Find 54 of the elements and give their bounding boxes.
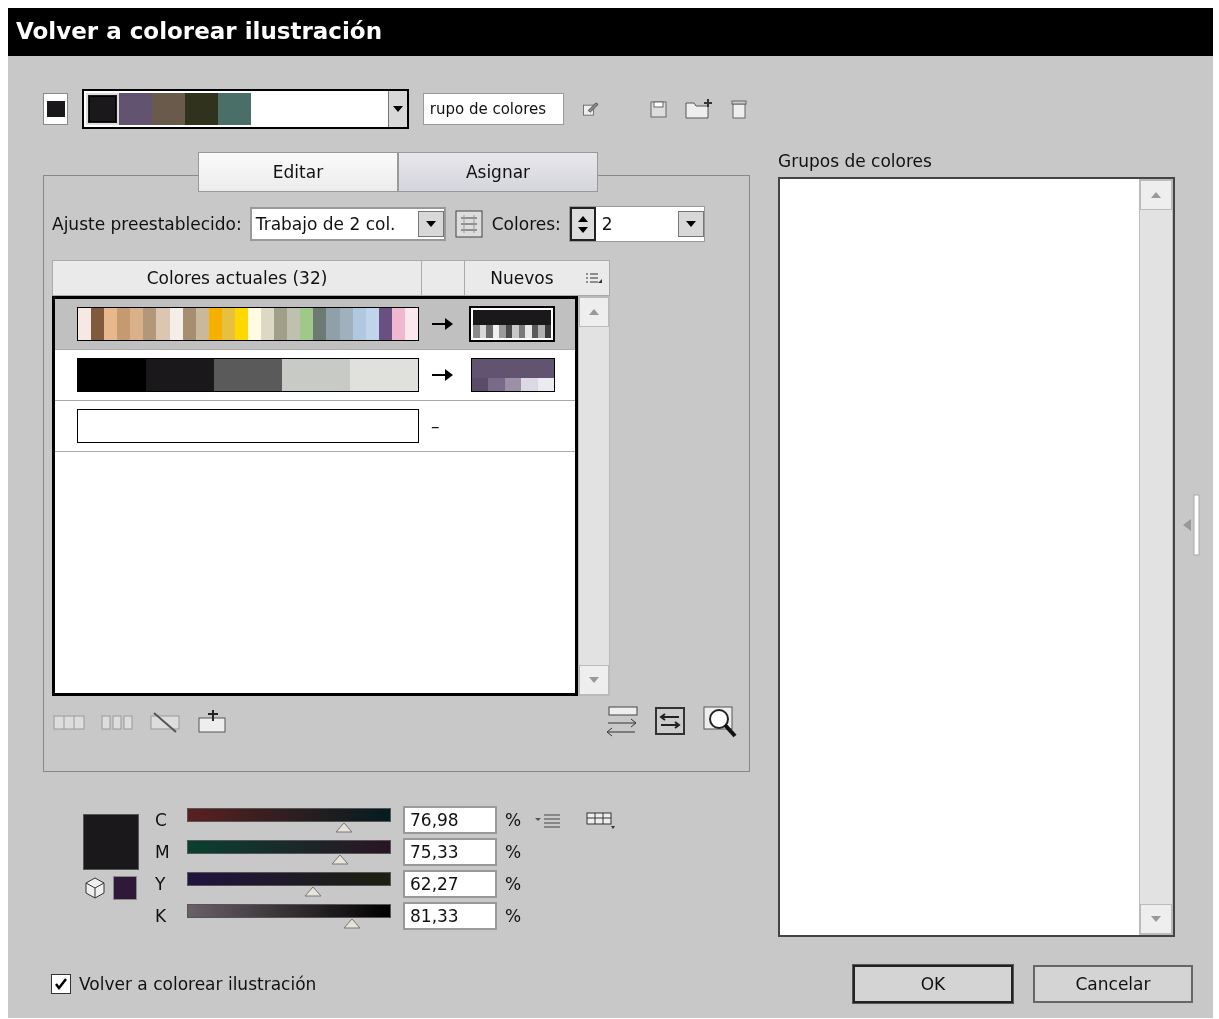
preset-options-icon[interactable] (453, 209, 484, 239)
out-of-gamut-swatch[interactable] (113, 876, 137, 900)
channel-label: M (155, 842, 171, 862)
dialog-button[interactable]: OK (853, 965, 1013, 1003)
unit-label: % (505, 906, 523, 926)
menu-icon[interactable] (585, 272, 603, 284)
channel-value-field[interactable]: 75,33 (403, 838, 497, 866)
channel-value-field[interactable]: 62,27 (403, 870, 497, 898)
preset-dropdown[interactable]: Trabajo de 2 col. (249, 207, 446, 241)
preset-label: Ajuste preestablecido: (52, 214, 242, 234)
column-header: Colores actuales (32) (53, 261, 422, 295)
trash-icon[interactable] (728, 97, 750, 121)
channel-label: K (155, 906, 168, 926)
colors-spinner[interactable]: 2 (568, 206, 705, 242)
channel-value-field[interactable]: 76,98 (403, 806, 497, 834)
no-mapping-text: – (431, 416, 440, 436)
dialog-button[interactable]: Cancelar (1033, 965, 1193, 1003)
scroll-down-button[interactable] (579, 665, 609, 695)
color-row[interactable]: – (55, 401, 575, 452)
tab[interactable]: Editar (198, 152, 398, 192)
checkmark-icon (54, 977, 68, 991)
scroll-up-button[interactable] (1140, 180, 1172, 210)
arrow-icon (431, 317, 455, 331)
unit-label: % (505, 842, 523, 862)
color-swatch[interactable] (218, 93, 252, 125)
recolor-checkbox[interactable]: Volver a colorear ilustración (51, 974, 317, 994)
channel-label: Y (155, 874, 167, 894)
magnifier-icon[interactable] (701, 704, 739, 740)
unit-label: % (505, 810, 523, 830)
color-swatch[interactable] (152, 93, 186, 125)
color-row[interactable] (55, 299, 575, 350)
scroll-up-button[interactable] (579, 297, 609, 327)
arrow-icon (431, 368, 455, 382)
tab[interactable]: Asignar (398, 152, 598, 192)
grid-icon[interactable] (585, 810, 617, 830)
channel-label: C (155, 810, 168, 830)
column-header: Nuevos (489, 267, 555, 290)
color-swatch[interactable] (119, 93, 153, 125)
current-color-swatch[interactable] (43, 93, 69, 125)
colors-label: Colores: (491, 214, 561, 234)
scroll-down-button[interactable] (1140, 904, 1172, 934)
new-color-swatch[interactable] (471, 358, 555, 392)
group-name-field[interactable]: rupo de colores (422, 93, 564, 125)
save-icon[interactable] (648, 98, 670, 120)
cube-icon[interactable] (83, 876, 107, 900)
channel-value-field[interactable]: 81,33 (403, 902, 497, 930)
new-folder-icon[interactable] (684, 97, 714, 121)
unit-label: % (505, 874, 523, 894)
color-groups-label: Grupos de colores (778, 151, 933, 171)
color-swatch[interactable] (185, 93, 219, 125)
color-swatch[interactable] (86, 93, 120, 125)
randomize-order-icon[interactable] (605, 705, 641, 739)
color-group-dropdown[interactable] (82, 89, 409, 129)
window-title: Volver a colorear ilustración (8, 8, 1213, 56)
